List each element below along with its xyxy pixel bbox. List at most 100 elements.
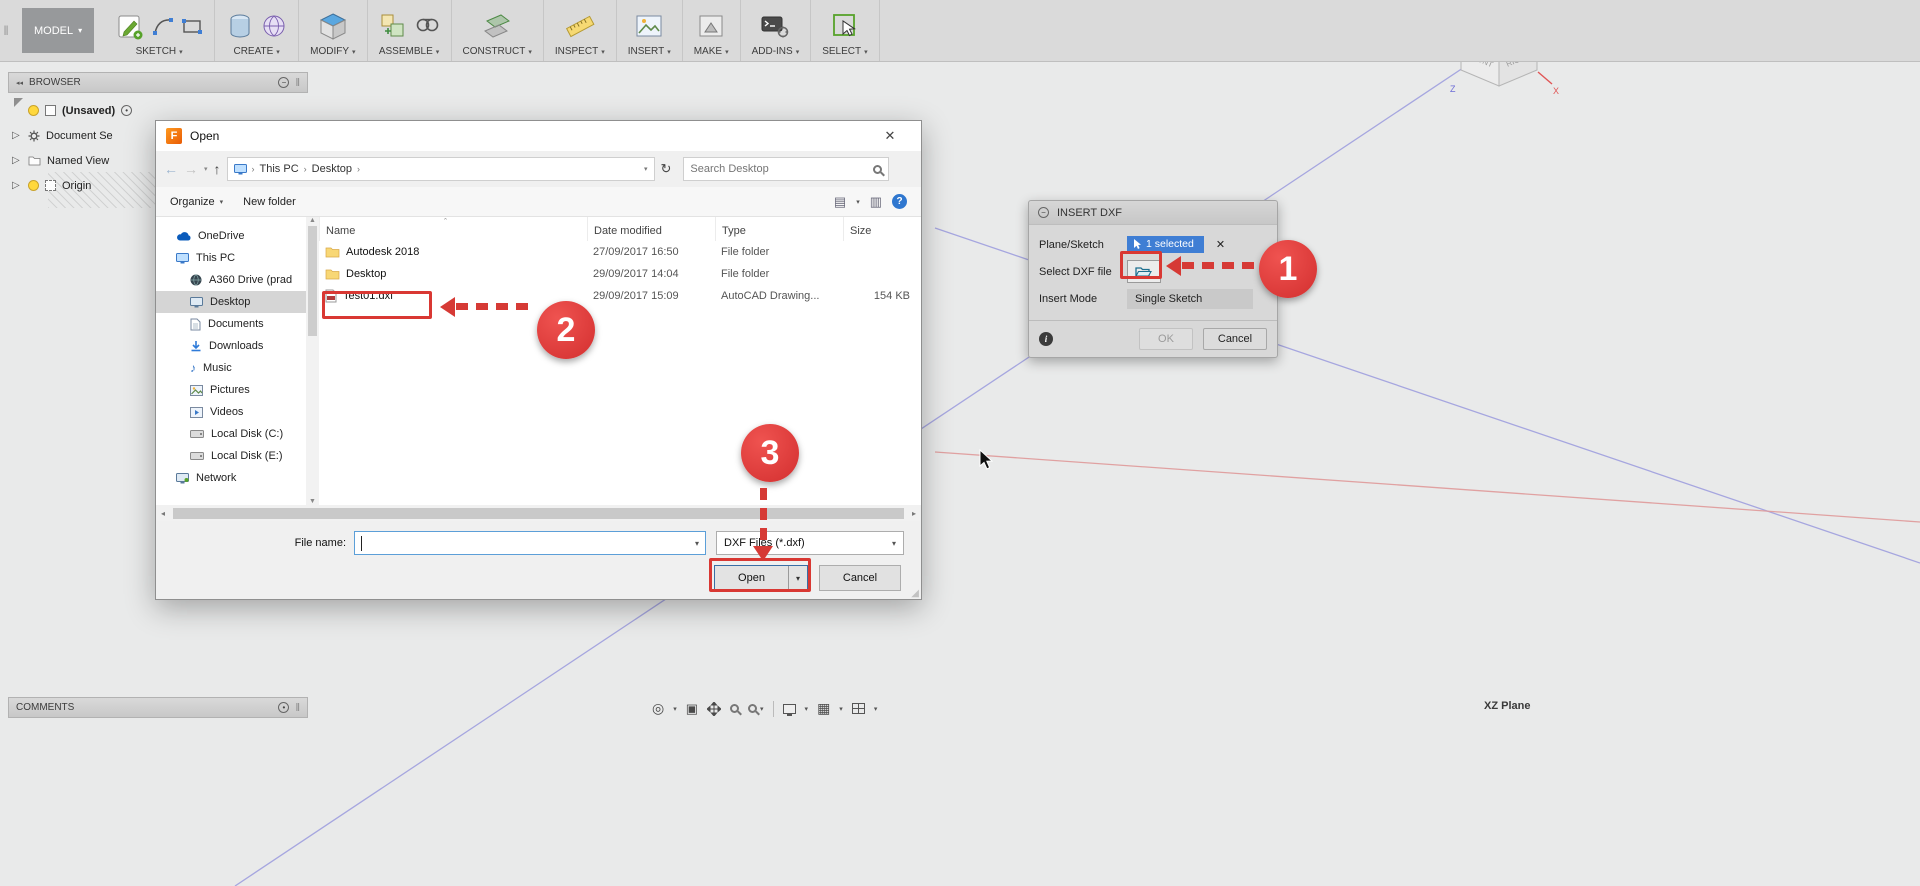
palette-header[interactable]: INSERT DXF bbox=[1029, 201, 1277, 225]
zoom-icon[interactable] bbox=[730, 704, 739, 713]
addins-scripts-icon[interactable] bbox=[760, 12, 790, 40]
file-name-input[interactable] bbox=[361, 537, 695, 549]
file-name-combo[interactable] bbox=[354, 531, 706, 555]
chevron-down-icon[interactable] bbox=[805, 705, 809, 713]
palette-cancel-button[interactable]: Cancel bbox=[1203, 328, 1267, 350]
chevron-down-icon[interactable] bbox=[874, 705, 878, 713]
sidebar-item-downloads[interactable]: Downloads bbox=[156, 335, 306, 357]
horizontal-scrollbar[interactable] bbox=[157, 505, 920, 521]
grid-snap-icon[interactable] bbox=[817, 700, 830, 717]
address-dropdown-icon[interactable] bbox=[644, 165, 648, 173]
browser-item-document-settings[interactable]: Document Se bbox=[12, 123, 132, 148]
sidebar-item-a360-drive[interactable]: A360 Drive (prad bbox=[156, 269, 306, 291]
ribbon-label-sketch[interactable]: SKETCH bbox=[136, 46, 183, 57]
pan-icon[interactable] bbox=[707, 702, 721, 716]
comments-panel-header[interactable]: COMMENTS bbox=[8, 697, 308, 718]
ribbon-label-addins[interactable]: ADD-INS bbox=[752, 46, 800, 57]
sidebar-item-onedrive[interactable]: OneDrive bbox=[156, 225, 306, 247]
search-box[interactable] bbox=[683, 157, 889, 181]
chevron-down-icon[interactable] bbox=[839, 705, 843, 713]
resize-grip-icon[interactable] bbox=[911, 588, 919, 599]
file-row-autodesk-2018[interactable]: Autodesk 2018 27/09/2017 16:50 File fold… bbox=[319, 241, 921, 263]
inspect-measure-icon[interactable] bbox=[565, 12, 595, 40]
scrollbar-thumb[interactable] bbox=[308, 226, 317, 336]
sketch-arc-icon[interactable] bbox=[152, 15, 174, 37]
cancel-button[interactable]: Cancel bbox=[819, 565, 901, 591]
sidebar-item-videos[interactable]: Videos bbox=[156, 401, 306, 423]
ok-button[interactable]: OK bbox=[1139, 328, 1193, 350]
collapse-panel-icon[interactable] bbox=[16, 79, 23, 87]
construct-plane-icon[interactable] bbox=[481, 11, 513, 41]
column-header-date[interactable]: Date modified bbox=[587, 217, 715, 241]
browser-root-row[interactable]: (Unsaved) bbox=[12, 98, 132, 123]
workspace-selector-model[interactable]: MODEL bbox=[22, 8, 94, 53]
chevron-down-icon[interactable] bbox=[695, 539, 699, 548]
browser-item-origin[interactable]: Origin bbox=[12, 173, 132, 198]
sidebar-item-local-disk-e[interactable]: Local Disk (E:) bbox=[156, 445, 306, 467]
panel-grip-icon[interactable] bbox=[295, 77, 300, 89]
expand-arrow-icon[interactable] bbox=[12, 180, 22, 191]
chevron-down-icon[interactable] bbox=[673, 705, 677, 713]
view-options-icon[interactable] bbox=[834, 194, 846, 210]
refresh-icon[interactable] bbox=[661, 161, 672, 177]
expand-arrow-icon[interactable] bbox=[12, 130, 22, 141]
comments-toggle-icon[interactable] bbox=[278, 702, 289, 713]
create-sketch-icon[interactable] bbox=[115, 11, 145, 41]
info-icon[interactable]: i bbox=[1039, 332, 1053, 346]
clear-selection-icon[interactable] bbox=[1216, 238, 1225, 251]
dialog-title-bar[interactable]: F Open bbox=[156, 121, 921, 151]
scroll-up-icon[interactable] bbox=[309, 217, 316, 224]
scrollbar-thumb[interactable] bbox=[173, 508, 904, 519]
back-icon[interactable] bbox=[164, 161, 178, 177]
orbit-icon[interactable] bbox=[652, 700, 664, 717]
file-type-select[interactable]: DXF Files (*.dxf) bbox=[716, 531, 904, 555]
scroll-right-icon[interactable] bbox=[908, 509, 920, 518]
column-header-name[interactable]: Name bbox=[319, 217, 587, 241]
collapse-palette-icon[interactable] bbox=[1038, 207, 1049, 218]
forward-icon[interactable] bbox=[184, 161, 198, 177]
ribbon-label-insert[interactable]: INSERT bbox=[628, 46, 671, 57]
ribbon-label-inspect[interactable]: INSPECT bbox=[555, 46, 605, 57]
create-form-icon[interactable] bbox=[261, 12, 287, 40]
ribbon-grip-handle[interactable] bbox=[0, 0, 12, 61]
breadcrumb[interactable]: This PC Desktop bbox=[227, 157, 655, 181]
browser-item-named-views[interactable]: Named View bbox=[12, 148, 132, 173]
viewports-icon[interactable] bbox=[852, 703, 865, 714]
ribbon-label-assemble[interactable]: ASSEMBLE bbox=[379, 46, 439, 57]
column-header-size[interactable]: Size bbox=[843, 217, 918, 241]
visibility-bulb-icon[interactable] bbox=[28, 180, 39, 191]
recent-locations-icon[interactable] bbox=[204, 165, 208, 173]
sketch-rectangle-icon[interactable] bbox=[181, 15, 203, 37]
sidebar-item-network[interactable]: Network bbox=[156, 467, 306, 489]
help-icon[interactable]: ? bbox=[892, 194, 907, 209]
search-icon[interactable] bbox=[873, 165, 882, 174]
chevron-down-icon[interactable] bbox=[760, 705, 764, 713]
file-row-desktop[interactable]: Desktop 29/09/2017 14:04 File folder bbox=[319, 263, 921, 285]
look-at-icon[interactable] bbox=[686, 701, 698, 717]
sidebar-item-documents[interactable]: Documents bbox=[156, 313, 306, 335]
close-icon[interactable] bbox=[869, 128, 911, 144]
insert-mode-select[interactable]: Single Sketch bbox=[1127, 289, 1253, 309]
ribbon-label-select[interactable]: SELECT bbox=[822, 46, 867, 57]
document-status-icon[interactable] bbox=[121, 105, 132, 116]
select-tool-icon[interactable] bbox=[830, 12, 860, 40]
sidebar-scrollbar[interactable] bbox=[306, 217, 319, 505]
make-3d-print-icon[interactable] bbox=[697, 12, 725, 40]
fit-view-icon[interactable] bbox=[748, 704, 757, 713]
sidebar-item-music[interactable]: Music bbox=[156, 357, 306, 379]
panel-grip-icon[interactable] bbox=[295, 702, 300, 714]
ribbon-label-create[interactable]: CREATE bbox=[233, 46, 279, 57]
search-input[interactable] bbox=[690, 163, 873, 175]
new-folder-button[interactable]: New folder bbox=[243, 196, 296, 208]
breadcrumb-desktop[interactable]: Desktop bbox=[312, 163, 352, 175]
browser-panel-header[interactable]: BROWSER bbox=[8, 72, 308, 93]
visibility-bulb-icon[interactable] bbox=[28, 105, 39, 116]
insert-image-icon[interactable] bbox=[634, 12, 664, 40]
ribbon-label-make[interactable]: MAKE bbox=[694, 46, 729, 57]
minimize-panel-icon[interactable] bbox=[278, 77, 289, 88]
breadcrumb-this-pc[interactable]: This PC bbox=[260, 163, 299, 175]
organize-menu[interactable]: Organize bbox=[170, 196, 223, 208]
joint-search-icon[interactable] bbox=[414, 13, 440, 39]
display-settings-icon[interactable] bbox=[783, 704, 796, 714]
sidebar-item-this-pc[interactable]: This PC bbox=[156, 247, 306, 269]
